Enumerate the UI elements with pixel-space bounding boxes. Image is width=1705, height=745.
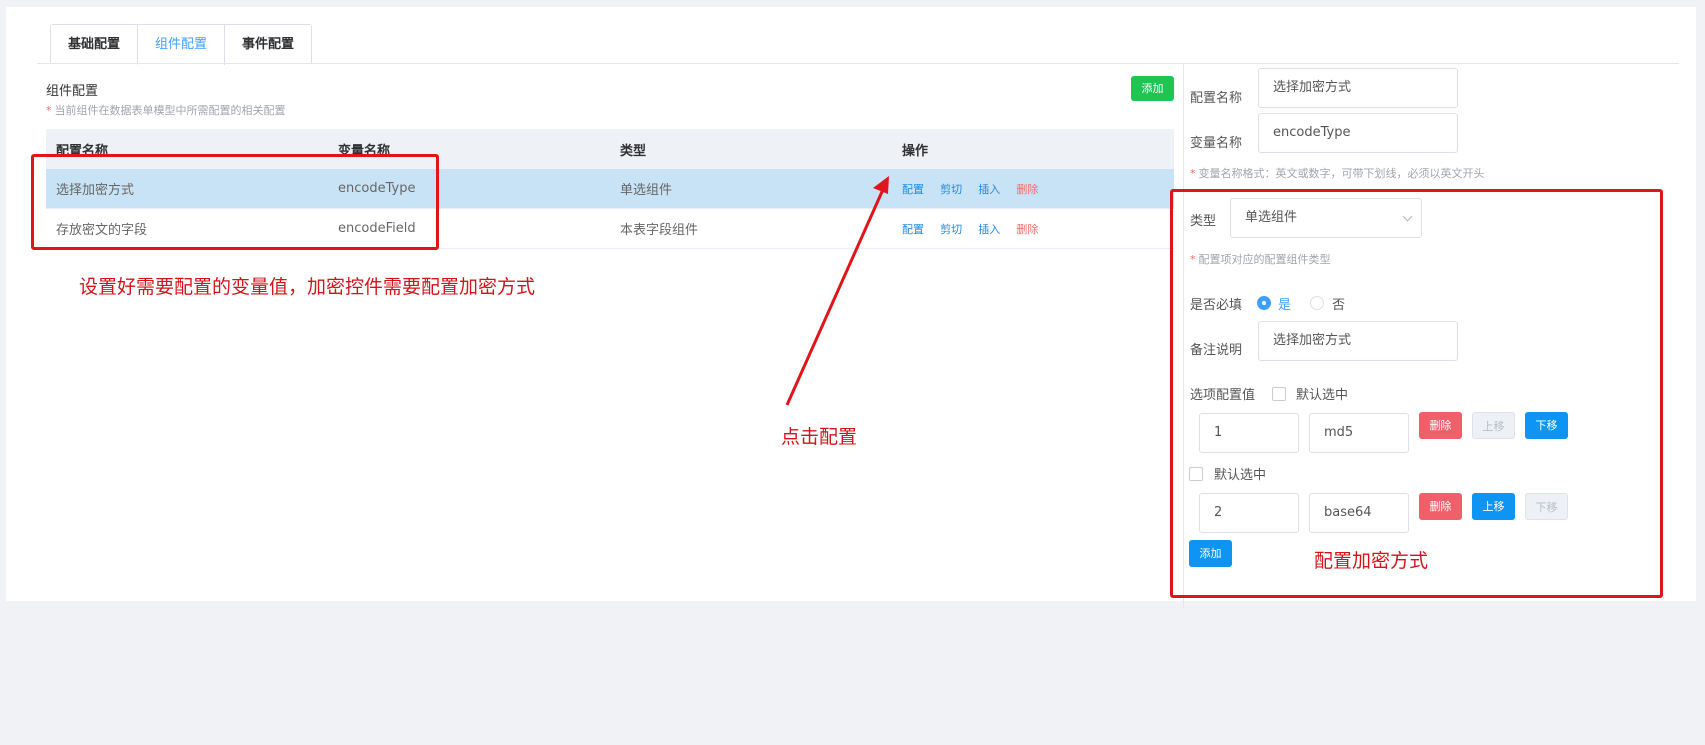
annotation-arrow-line bbox=[785, 184, 887, 406]
annotation-arrow-layer bbox=[785, 176, 889, 406]
